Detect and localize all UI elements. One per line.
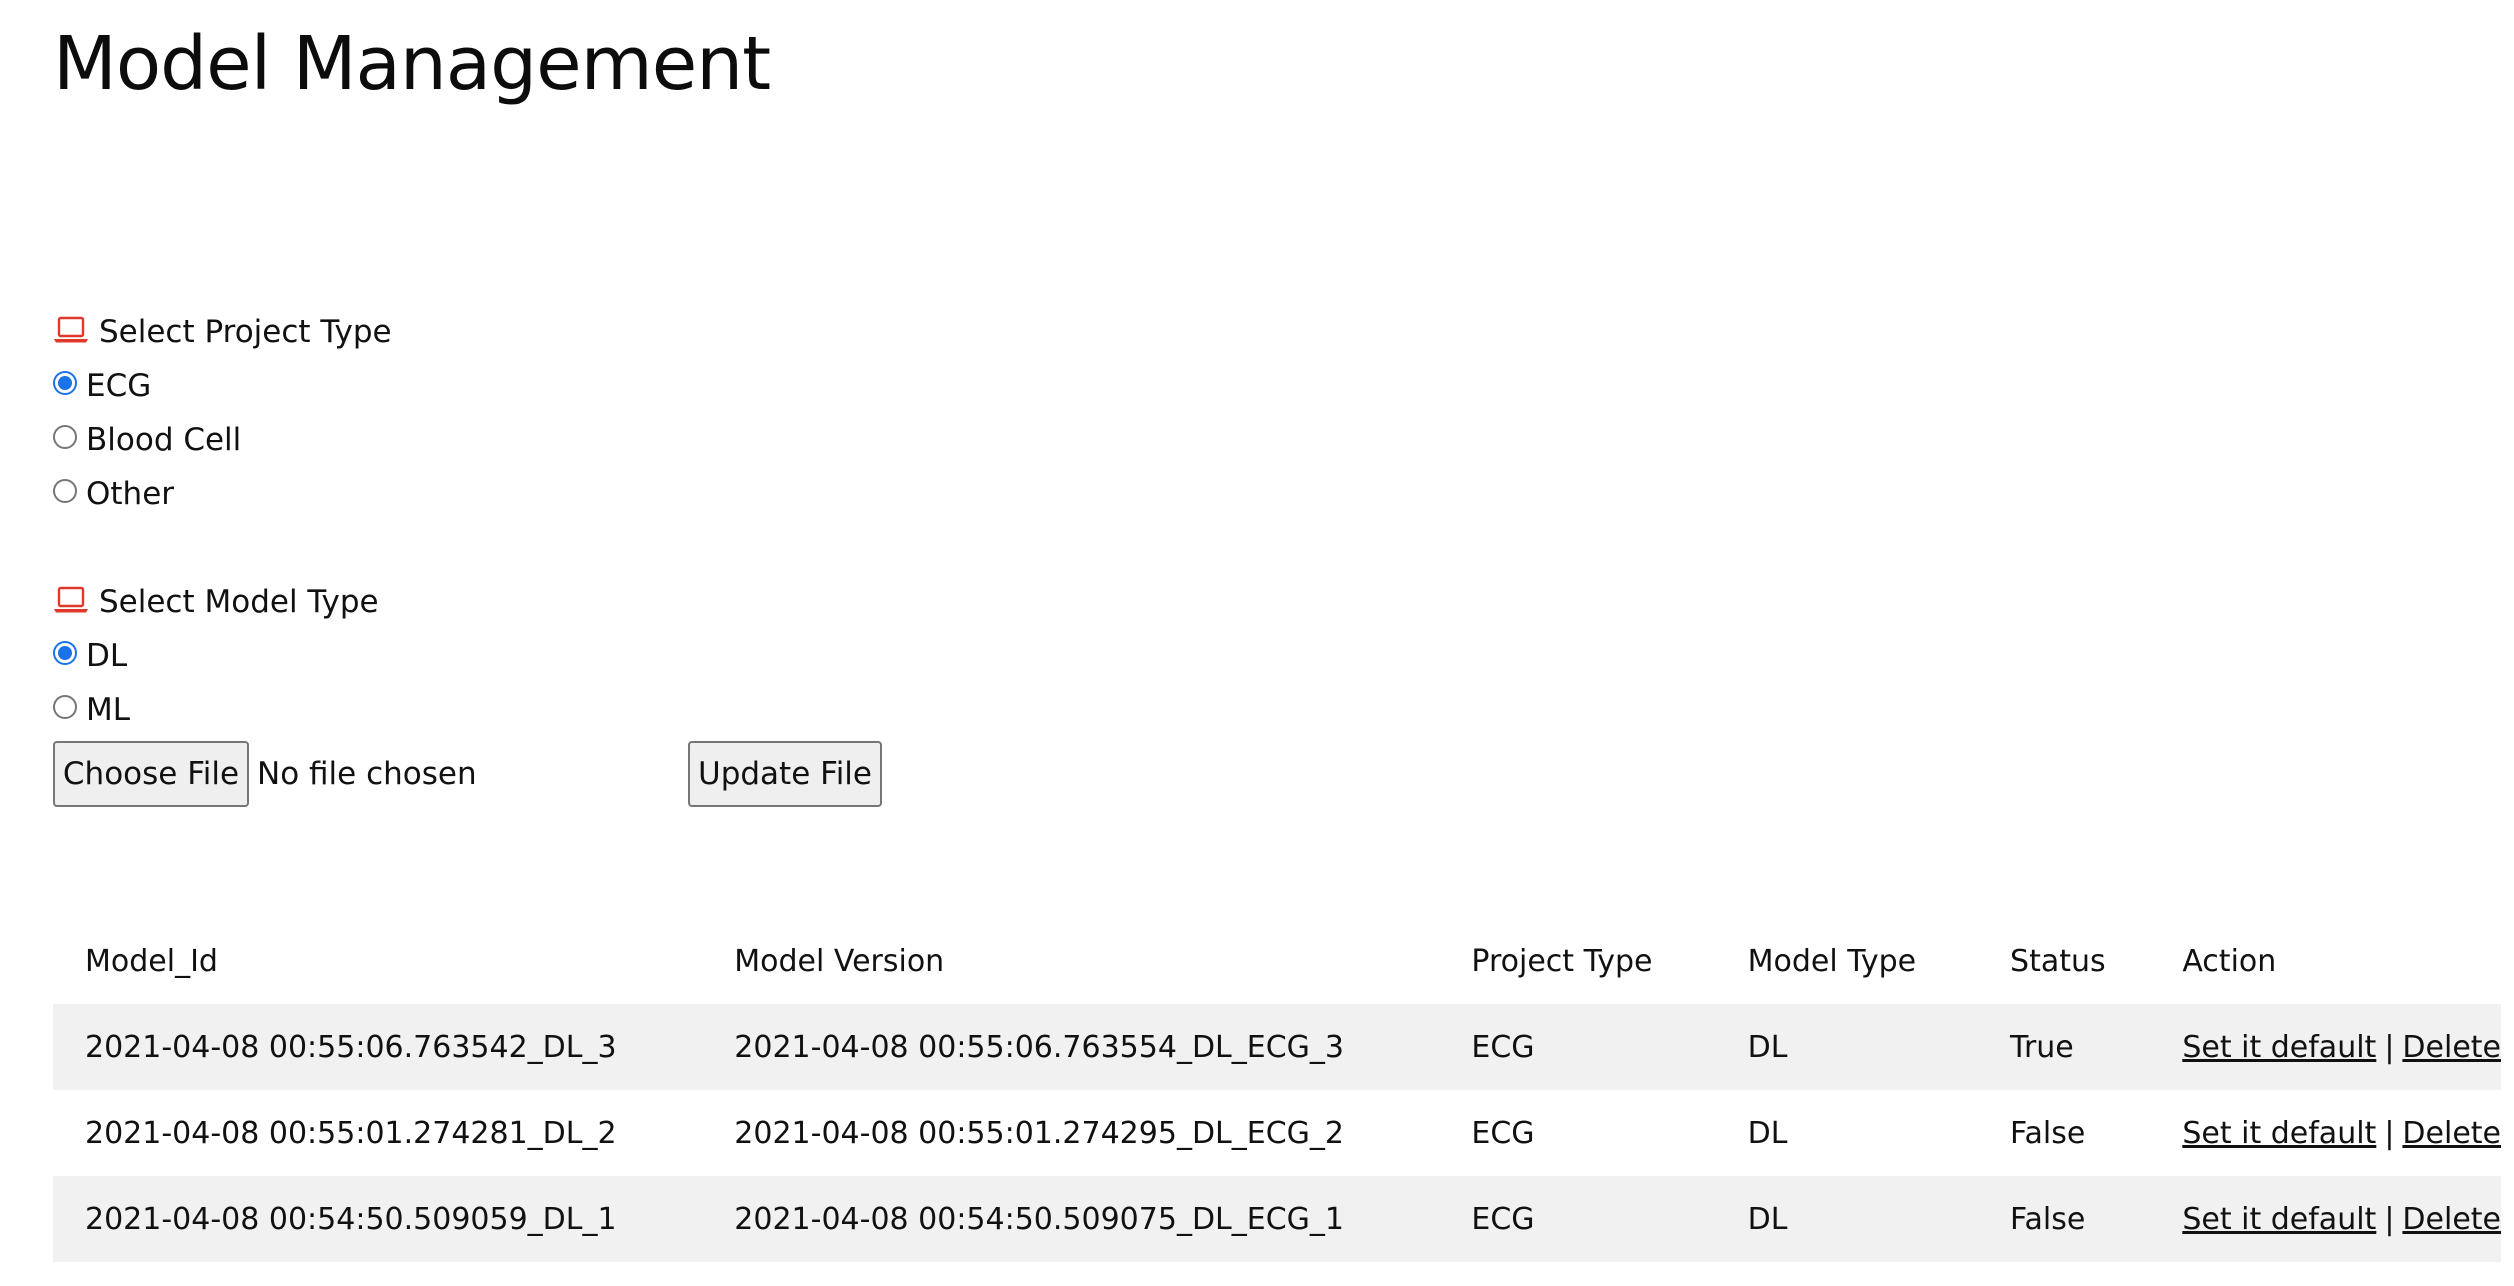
cell-model-version: 2021-04-08 00:55:01.274295_DL_ECG_2 [734, 1115, 1344, 1151]
column-header-model-version: Model Version [734, 943, 945, 979]
cell-model-id: 2021-04-08 00:54:50.509059_DL_1 [53, 1176, 703, 1262]
delete-link[interactable]: Delete [2402, 1030, 2501, 1065]
radio-model-ml[interactable]: ML [53, 683, 379, 737]
column-header-model-type: Model Type [1747, 943, 1917, 979]
radio-button[interactable] [53, 695, 77, 719]
project-type-heading-label: Select Project Type [99, 314, 392, 350]
column-header-status: Status [2010, 943, 2106, 979]
radio-button[interactable] [53, 425, 77, 449]
cell-model-version: 2021-04-08 00:54:50.509075_DL_ECG_1 [702, 1176, 1440, 1262]
update-file-button[interactable]: Update File [688, 741, 882, 807]
table-row: 2021-04-08 00:54:50.509059_DL_1 2021-04-… [53, 1176, 2501, 1262]
radio-model-dl[interactable]: DL [53, 629, 379, 683]
radio-label: Other [86, 476, 175, 512]
radio-label: ECG [86, 368, 152, 404]
cell-project-type: ECG [1439, 1176, 1716, 1262]
cell-model-type: DL [1715, 1176, 1979, 1262]
set-default-link[interactable]: Set it default [2182, 1116, 2376, 1151]
column-header-model-id: Model_Id [85, 943, 218, 979]
cell-status: False [1978, 1176, 2151, 1262]
laptop-icon [54, 316, 88, 343]
radio-label: DL [86, 638, 128, 674]
choose-file-button[interactable]: Choose File [53, 741, 249, 807]
action-separator: | [2384, 1115, 2395, 1151]
set-default-link[interactable]: Set it default [2182, 1202, 2376, 1237]
radio-project-other[interactable]: Other [53, 467, 392, 521]
cell-action: Set it default | Delete [2150, 1176, 2501, 1262]
cell-model-type: DL [1747, 1115, 1788, 1151]
table-header-row: Model_Id Model Version Project Type Mode… [53, 918, 2501, 1004]
column-header-project-type: Project Type [1471, 943, 1653, 979]
laptop-icon [54, 586, 88, 613]
radio-label: Blood Cell [86, 422, 242, 458]
radio-button[interactable] [53, 479, 77, 503]
radio-button[interactable] [53, 371, 77, 395]
cell-model-id: 2021-04-08 00:55:01.274281_DL_2 [85, 1115, 617, 1151]
model-type-heading-label: Select Model Type [99, 584, 379, 620]
radio-label: ML [86, 692, 131, 728]
radio-button[interactable] [53, 641, 77, 665]
project-type-heading: Select Project Type [53, 305, 392, 359]
cell-project-type: ECG [1439, 1004, 1716, 1090]
column-header-action: Action [2182, 943, 2277, 979]
table-row: 2021-04-08 00:55:01.274281_DL_2 2021-04-… [53, 1090, 2501, 1176]
cell-model-version: 2021-04-08 00:55:06.763554_DL_ECG_3 [702, 1004, 1440, 1090]
cell-project-type: ECG [1471, 1115, 1535, 1151]
project-type-section: Select Project Type ECG Blood Cell Other [53, 305, 392, 521]
radio-project-ecg[interactable]: ECG [53, 359, 392, 413]
radio-project-blood-cell[interactable]: Blood Cell [53, 413, 392, 467]
cell-model-type: DL [1715, 1004, 1979, 1090]
action-separator: | [2384, 1029, 2395, 1065]
page-title: Model Management [53, 21, 771, 107]
table-row: 2021-04-08 00:55:06.763542_DL_3 2021-04-… [53, 1004, 2501, 1090]
cell-status: False [2010, 1115, 2086, 1151]
cell-action: Set it default | Delete [2150, 1004, 2501, 1090]
model-type-section: Select Model Type DL ML [53, 575, 379, 737]
delete-link[interactable]: Delete [2402, 1202, 2501, 1237]
set-default-link[interactable]: Set it default [2182, 1030, 2376, 1065]
model-type-heading: Select Model Type [53, 575, 379, 629]
cell-action: Set it default | Delete [2150, 1090, 2501, 1176]
cell-status: True [1978, 1004, 2151, 1090]
cell-model-id: 2021-04-08 00:55:06.763542_DL_3 [53, 1004, 703, 1090]
delete-link[interactable]: Delete [2402, 1116, 2501, 1151]
file-status: No file chosen [257, 756, 477, 792]
action-separator: | [2384, 1201, 2395, 1237]
models-table: Model_Id Model Version Project Type Mode… [53, 918, 2501, 1262]
